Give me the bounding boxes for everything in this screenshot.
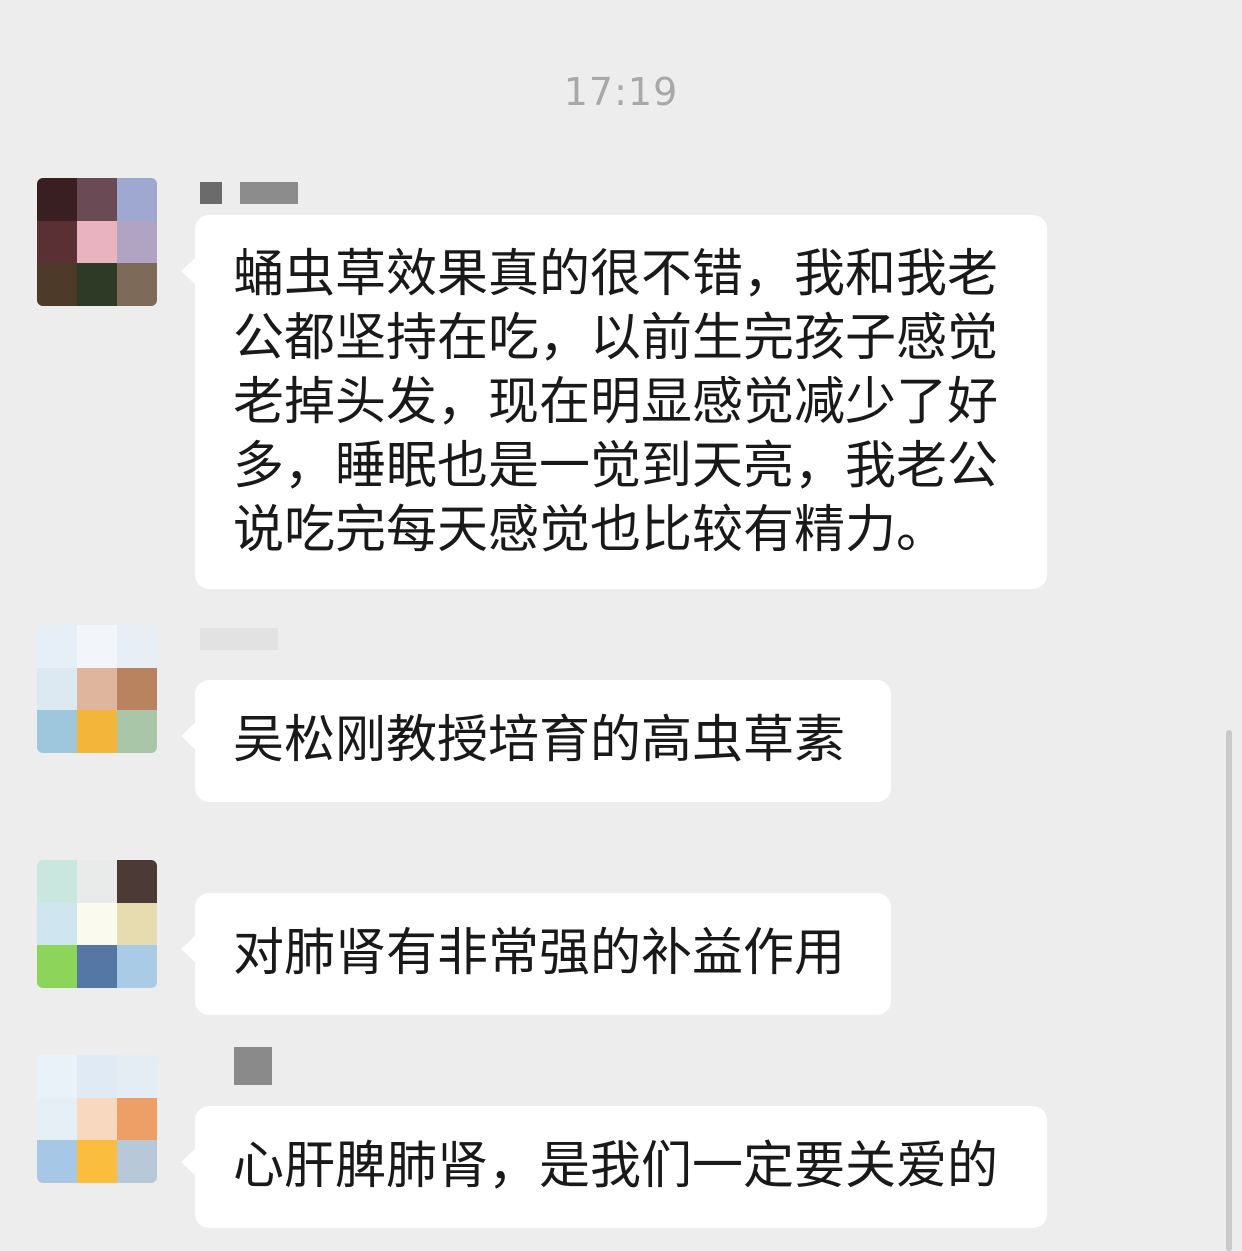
message-bubble[interactable]: 对肺肾有非常强的补益作用 [181,893,891,1015]
sender-avatar[interactable] [37,1055,157,1183]
sender-name-redacted [200,182,298,204]
sender-avatar[interactable] [37,178,157,306]
message-text: 蛹虫草效果真的很不错，我和我老 公都坚持在吃，以前生完孩子感觉 老掉头发，现在明… [233,245,999,560]
sender-avatar[interactable] [37,860,157,988]
sender-avatar[interactable] [37,625,157,753]
scrollbar[interactable] [1226,730,1232,1251]
message-text: 吴松刚教授培育的高虫草素 [233,711,846,770]
message-timestamp: 17:19 [563,70,679,114]
message-bubble[interactable]: 蛹虫草效果真的很不错，我和我老 公都坚持在吃，以前生完孩子感觉 老掉头发，现在明… [181,215,1047,589]
message-text: 心肝脾肺肾，是我们一定要关爱的 [233,1137,999,1196]
chat-window: 17:19 蛹虫草效果真的很不错，我和我老 公都坚持在吃，以前生完孩子感觉 老掉… [0,0,1242,1251]
message-bubble[interactable]: 吴松刚教授培育的高虫草素 [181,680,891,802]
sender-name-redacted [200,628,278,650]
message-text: 对肺肾有非常强的补益作用 [233,924,846,983]
message-bubble[interactable]: 心肝脾肺肾，是我们一定要关爱的 [181,1106,1047,1228]
sender-name-redacted [200,1047,272,1085]
